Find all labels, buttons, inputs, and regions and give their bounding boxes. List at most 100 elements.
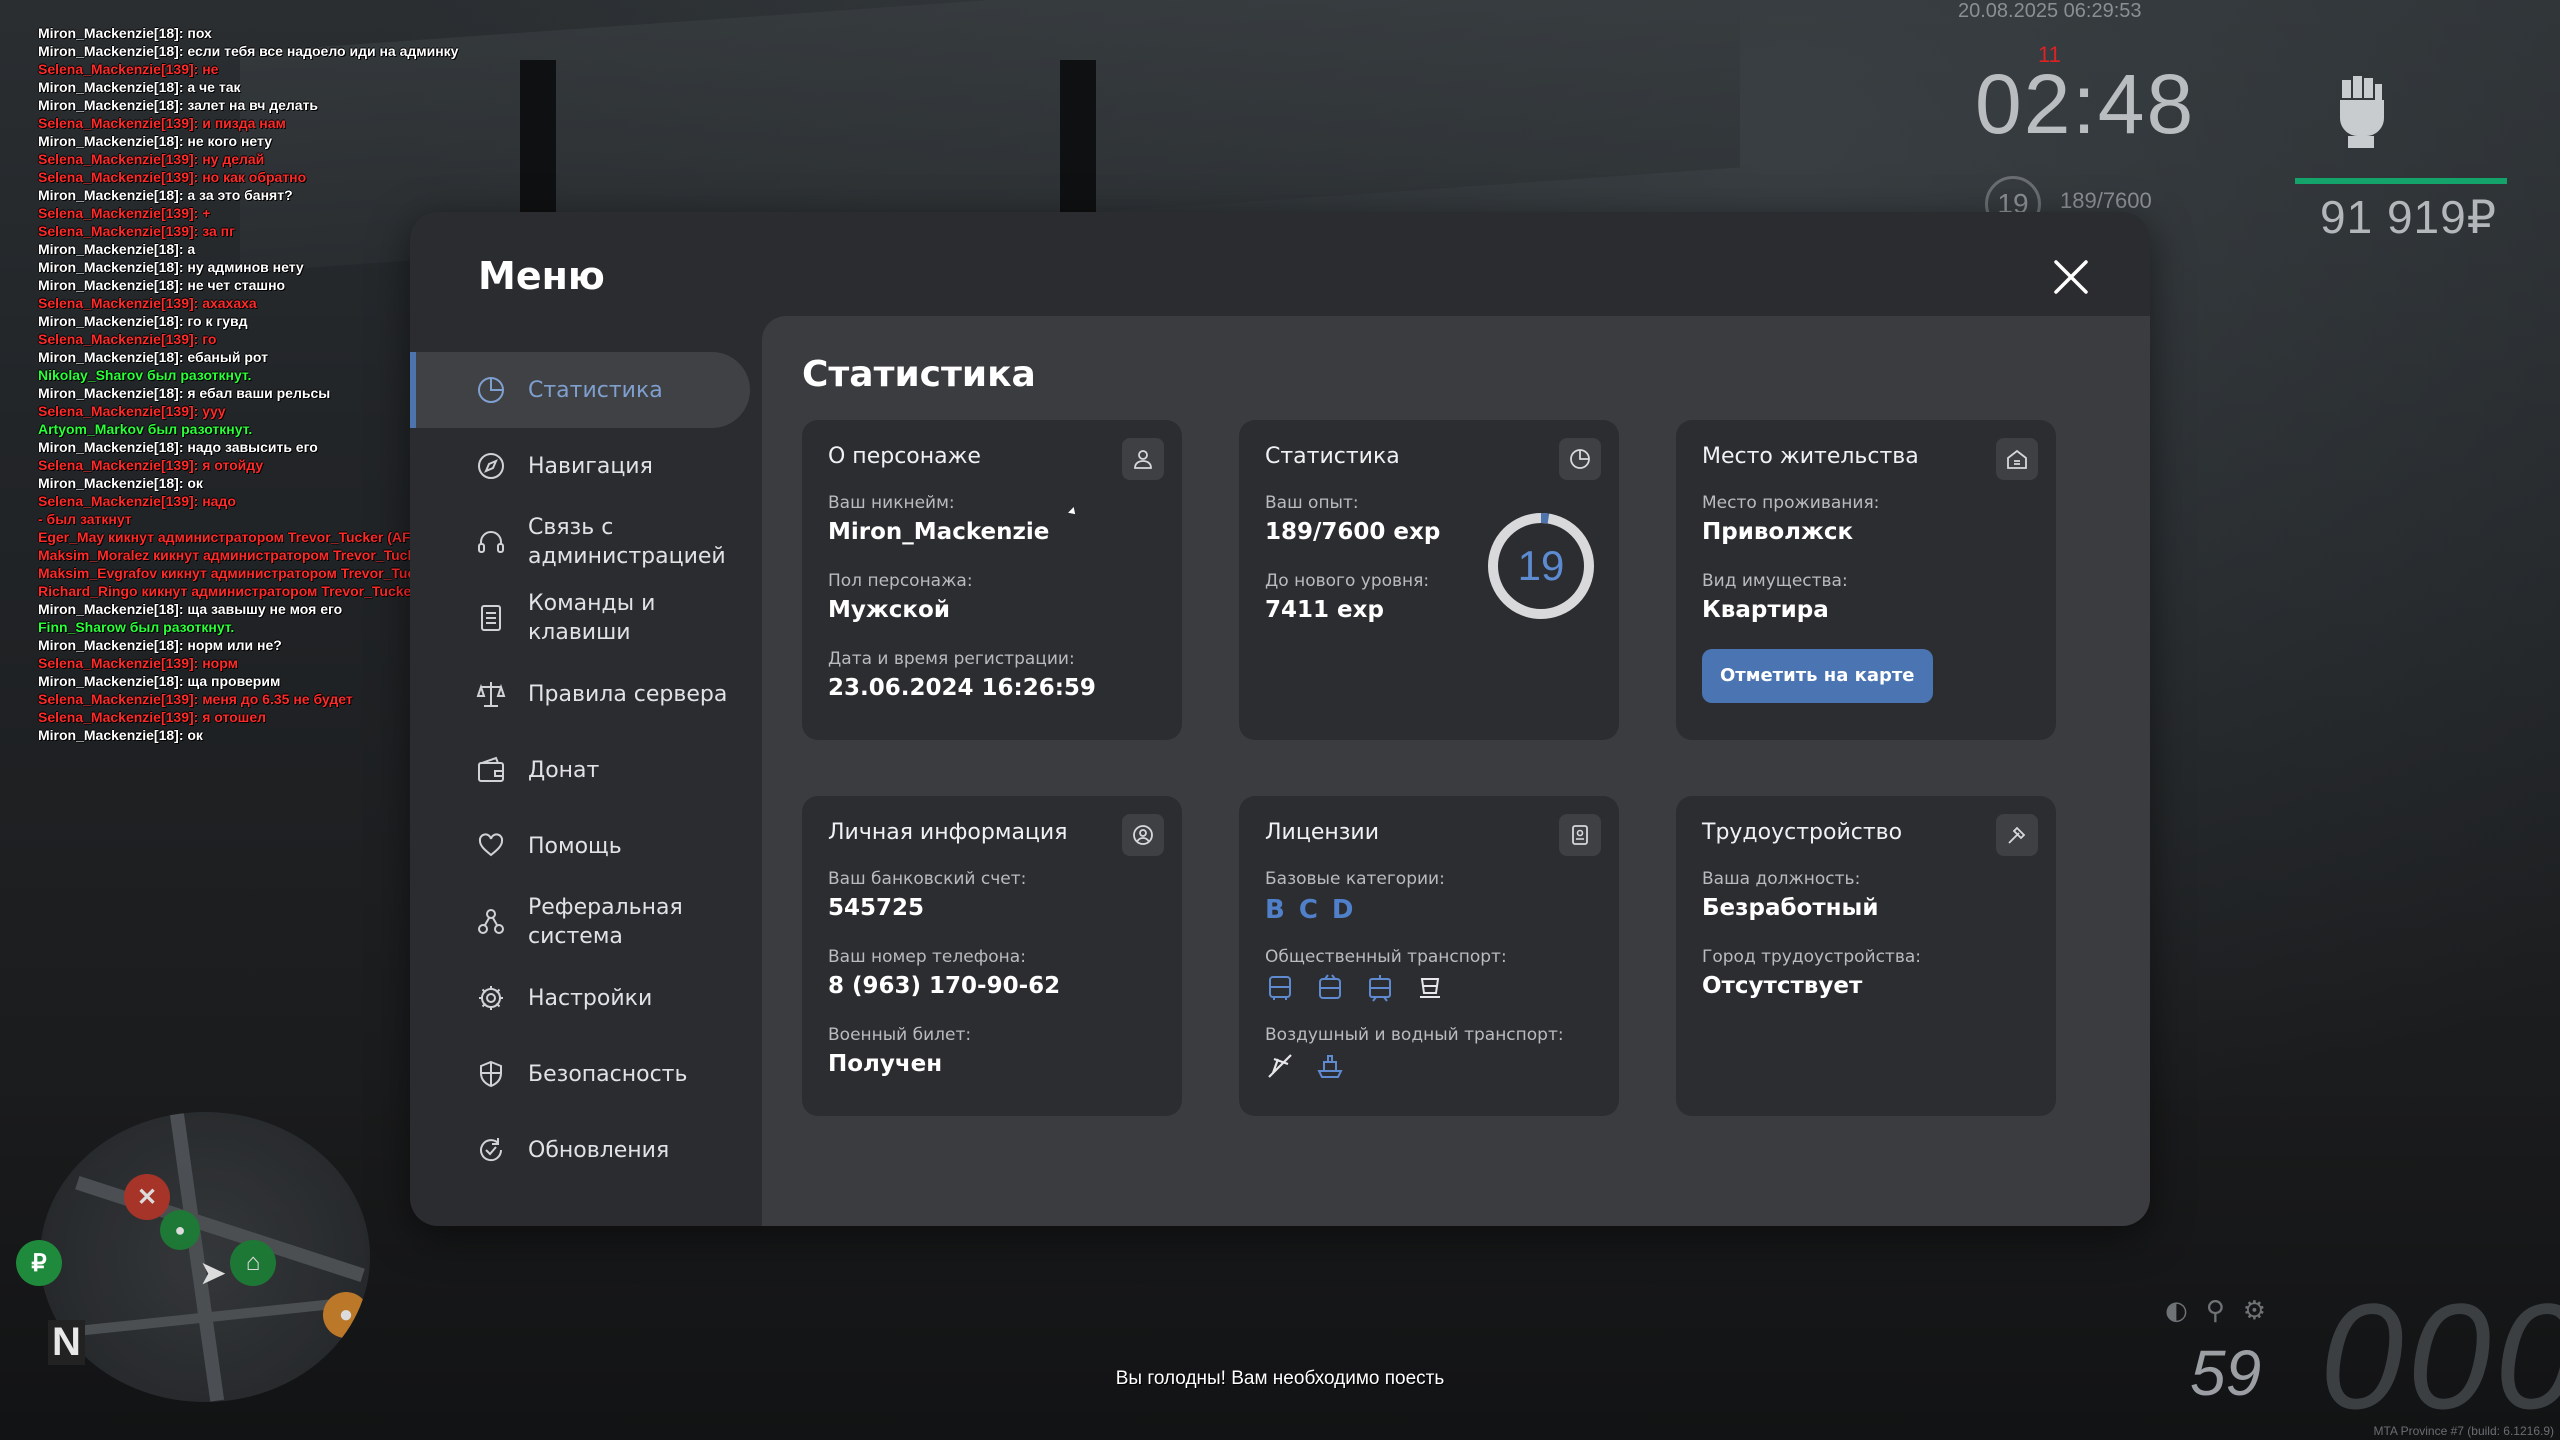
card-title: Трудоустройство xyxy=(1702,820,1903,845)
license-category-d: D xyxy=(1331,895,1354,925)
user-icon[interactable] xyxy=(1122,438,1164,480)
gear-icon xyxy=(479,986,503,1010)
sidebar-item-label: Статистика xyxy=(528,377,663,403)
job-city-value: Отсутствует xyxy=(1702,973,1863,999)
hud-money: 91 919₽ xyxy=(2320,191,2497,243)
tram-icon xyxy=(1369,975,1391,1002)
gender-value: Мужской xyxy=(828,597,950,623)
sidebar-item-updates[interactable]: Обновления xyxy=(410,1112,750,1188)
job-marker-icon: ● xyxy=(323,1292,369,1338)
bus-icon xyxy=(1269,976,1291,1000)
build-info: MTA Province #7 (build: 6.1216.9) xyxy=(2373,1424,2554,1438)
no-weapon-zone-icon: ✕ xyxy=(124,1174,170,1220)
sidebar-item-label: Обновления xyxy=(528,1137,670,1163)
minimap[interactable]: ✕ ● ⌂ ➤ ● xyxy=(40,1112,370,1402)
card-title: Личная информация xyxy=(828,820,1068,845)
property-type-label: Вид имущества: xyxy=(1702,571,1848,591)
residence-card: Место жительства Место проживания: Приво… xyxy=(1676,420,2056,740)
hunger-message: Вы голодны! Вам необходимо поесть xyxy=(1115,1368,1445,1389)
hammer-icon[interactable] xyxy=(1996,814,2038,856)
card-title: Место жительства xyxy=(1702,444,1919,469)
nickname-label: Ваш никнейм: xyxy=(828,493,955,513)
page-title: Статистика xyxy=(802,354,1036,395)
sidebar-item-settings[interactable]: Настройки xyxy=(410,960,750,1036)
registration-value: 23.06.2024 16:26:59 xyxy=(828,675,1096,701)
residence-place-label: Место проживания: xyxy=(1702,493,1880,513)
home-icon: ⌂ xyxy=(230,1240,276,1286)
close-icon[interactable] xyxy=(2050,256,2092,298)
user-circle-icon[interactable] xyxy=(1122,814,1164,856)
property-type-value: Квартира xyxy=(1702,597,1829,623)
chat-line: Miron_Mackenzie[18]: залет на вч делать xyxy=(38,97,319,113)
job-position-value: Безработный xyxy=(1702,895,1879,921)
document-list-icon xyxy=(481,605,501,631)
sidebar-item-security[interactable]: Безопасность xyxy=(410,1036,750,1112)
card-title: Статистика xyxy=(1265,444,1400,469)
chat-line: Selena_Mackenzie[139]: ну делай xyxy=(38,151,265,167)
clock-chart-icon[interactable] xyxy=(1559,438,1601,480)
nickname-value: Miron_Mackenzie xyxy=(828,519,1050,545)
sidebar-item-label: Помощь xyxy=(528,833,622,859)
public-transport-icons xyxy=(1265,973,1593,1003)
sidebar-item-commands[interactable]: Команды и клавиши xyxy=(410,580,750,656)
sidebar-item-label: Настройки xyxy=(528,985,653,1011)
statistics-panel: Статистика О персонаже Ваш никнейм: Miro… xyxy=(762,316,2150,1226)
phone-value: 8 (963) 170-90-62 xyxy=(828,973,1061,999)
residence-place-value: Приволжск xyxy=(1702,519,1854,545)
sidebar-item-donate[interactable]: Донат xyxy=(410,732,750,808)
player-arrow-icon: ➤ xyxy=(200,1256,226,1290)
gender-label: Пол персонажа: xyxy=(828,571,973,591)
hud-exp: 189/7600 xyxy=(2060,188,2152,213)
registration-label: Дата и время регистрации: xyxy=(828,649,1075,669)
sidebar-item-help[interactable]: Помощь xyxy=(410,808,750,884)
health-bar xyxy=(2295,178,2507,184)
chat-line: Miron_Mackenzie[18]: а че так xyxy=(38,79,241,95)
chat-line: Miron_Mackenzie[18]: а за это банят? xyxy=(38,187,293,203)
heart-hands-icon xyxy=(478,833,504,857)
military-id-label: Военный билет: xyxy=(828,1025,972,1045)
referral-network-icon xyxy=(478,909,504,934)
fist-icon xyxy=(2328,70,2388,150)
train-icon xyxy=(1420,978,1440,998)
refresh-check-icon xyxy=(480,1138,503,1162)
chat-line: Selena_Mackenzie[139]: но как обратно xyxy=(38,169,307,185)
job-position-label: Ваша должность: xyxy=(1702,869,1861,889)
sidebar-item-navigation[interactable]: Навигация xyxy=(410,428,750,504)
menu-window: Меню Статистика Навигация Связь с админи… xyxy=(410,212,2150,1226)
shield-icon xyxy=(480,1060,502,1088)
sidebar-item-label: Безопасность xyxy=(528,1061,688,1087)
sidebar-item-label: Донат xyxy=(528,757,600,783)
hud-datetime: 20.08.2025 06:29:53 xyxy=(1958,0,2142,22)
sidebar-item-label: Связь с администрацией xyxy=(528,515,726,569)
card-title: Лицензии xyxy=(1265,820,1380,845)
air-water-transport-icons xyxy=(1265,1051,1593,1081)
job-city-label: Город трудоустройства: xyxy=(1702,947,1921,967)
scales-icon xyxy=(476,682,506,707)
green-zone-icon: ● xyxy=(160,1210,200,1250)
phone-label: Ваш номер телефона: xyxy=(828,947,1026,967)
seatbelt-icon: ⚲ xyxy=(2205,1296,2243,1326)
mark-on-map-button[interactable]: Отметить на карте xyxy=(1702,649,1933,703)
bank-account-label: Ваш банковский счет: xyxy=(828,869,1027,889)
house-icon[interactable] xyxy=(1996,438,2038,480)
airplane-icon xyxy=(1268,1054,1292,1078)
chat-line: Selena_Mackenzie[139]: и пизда нам xyxy=(38,115,286,131)
sidebar-item-statistics[interactable]: Статистика xyxy=(410,352,750,428)
sidebar-item-admin-contact[interactable]: Связь с администрацией xyxy=(410,504,750,580)
pie-chart-icon xyxy=(478,377,504,403)
military-id-value: Получен xyxy=(828,1051,943,1077)
personal-info-card: Личная информация Ваш банковский счет: 5… xyxy=(802,796,1182,1116)
wallet-icon xyxy=(478,756,504,782)
sidebar-item-rules[interactable]: Правила сервера xyxy=(410,656,750,732)
sidebar-item-label: Навигация xyxy=(528,453,653,479)
sidebar-item-referral[interactable]: Реферальная система xyxy=(410,884,750,960)
compass-icon xyxy=(478,453,504,479)
license-category-c: C xyxy=(1298,895,1318,925)
license-category-b: B xyxy=(1265,895,1285,925)
headset-icon xyxy=(478,531,504,553)
card-title: О персонаже xyxy=(828,444,981,469)
license-document-icon[interactable] xyxy=(1559,814,1601,856)
compass-north: N xyxy=(48,1320,85,1365)
base-categories-label: Базовые категории: xyxy=(1265,869,1445,889)
stats-card: Статистика Ваш опыт: 189/7600 exp До нов… xyxy=(1239,420,1619,740)
